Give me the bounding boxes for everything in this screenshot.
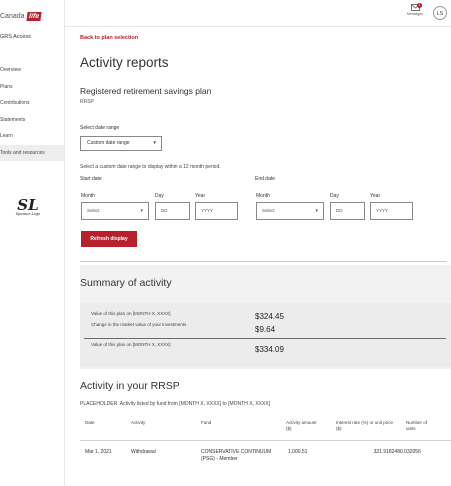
page-title: Activity reports xyxy=(80,55,169,70)
sidebar-item-overview[interactable]: Overview xyxy=(0,62,64,79)
back-link[interactable]: Back to plan selection xyxy=(80,35,138,41)
date-range-hint: Select a custom date range to display wi… xyxy=(80,164,221,170)
logo-mark: life xyxy=(25,11,42,21)
end-day-label: Day xyxy=(330,193,339,199)
end-day-input[interactable]: DD xyxy=(330,202,365,220)
canada-life-logo[interactable]: Canada life xyxy=(0,9,42,23)
summary-row-value: $334.09 xyxy=(255,345,284,354)
plan-name: Registered retirement savings plan xyxy=(80,86,212,96)
start-date-label: Start date xyxy=(80,176,102,182)
summary-box: Value of this plan on [MONTH X, XXXX] $3… xyxy=(80,303,451,367)
summary-row-label: Change in the market value of your inves… xyxy=(91,322,187,327)
start-year-input[interactable]: YYYY xyxy=(195,202,238,220)
plan-type: RRSP xyxy=(80,99,94,105)
table-cell-amount: 1,000.51 xyxy=(288,449,308,455)
end-month-select[interactable]: Select ▾ xyxy=(256,202,324,220)
activity-title: Activity in your RRSP xyxy=(80,380,180,392)
section-divider xyxy=(80,261,447,262)
date-range-select[interactable]: Custom date range ▾ xyxy=(80,136,162,151)
summary-row-label: Value of this plan on [MONTH X, XXXX] xyxy=(91,311,171,316)
summary-row-value: $324.45 xyxy=(255,312,284,321)
start-month-select[interactable]: Select ▾ xyxy=(81,202,149,220)
start-month-label: Month xyxy=(81,193,95,199)
column-header-activity: Activity xyxy=(131,420,146,425)
messages-label: Messages xyxy=(407,12,423,16)
start-year-label: Year xyxy=(195,193,206,199)
summary-row-label: Value of this plan on [MONTH X, XXXX] xyxy=(91,342,171,347)
end-month-label: Month xyxy=(256,193,270,199)
user-avatar[interactable]: LS xyxy=(433,6,447,20)
sidebar-item-learn[interactable]: Learn xyxy=(0,128,64,145)
sidebar-item-contributions[interactable]: Contributions xyxy=(0,95,64,112)
column-header-units: Number of units xyxy=(406,420,428,431)
summary-title: Summary of activity xyxy=(80,277,172,289)
sidebar-item-plans[interactable]: Plans xyxy=(0,79,64,96)
activity-description: PLACEHOLDER. Activity listed by fund fro… xyxy=(80,401,271,407)
messages-button[interactable]: 1 Messages xyxy=(405,3,425,16)
summary-row-value: $9.64 xyxy=(255,325,276,334)
column-header-date: Date xyxy=(85,420,95,425)
chevron-down-icon: ▾ xyxy=(315,208,318,214)
column-header-rate: Interest rate (%) or unit price ($) xyxy=(336,420,394,431)
sponsor-logo: SL Sponsor Logo xyxy=(15,196,41,217)
sidebar-access-title: GRS Access xyxy=(0,34,31,40)
table-header-rule xyxy=(80,440,451,441)
table-cell-activity: Withdrawal xyxy=(131,449,156,455)
top-bar xyxy=(64,0,451,27)
end-year-label: Year xyxy=(370,193,381,199)
sidebar-nav: Overview Plans Contributions Statements … xyxy=(0,62,64,161)
table-cell-units: 0.032056 xyxy=(400,449,421,455)
column-header-fund: Fund xyxy=(201,420,212,425)
sidebar-item-statements[interactable]: Statements xyxy=(0,112,64,129)
summary-total-rule xyxy=(84,338,446,339)
end-date-label: End date xyxy=(255,176,276,182)
table-cell-date: Mar 1, 2021 xyxy=(85,449,112,455)
sidebar-item-tools-and-resources[interactable]: Tools and resources xyxy=(0,144,64,161)
start-day-input[interactable]: DD xyxy=(155,202,190,220)
end-year-input[interactable]: YYYY xyxy=(370,202,413,220)
summary-section: Summary of activity Value of this plan o… xyxy=(80,265,451,369)
start-day-label: Day xyxy=(155,193,164,199)
messages-count-badge: 1 xyxy=(417,3,422,8)
table-cell-fund: CONSERVATIVE CONTINUUM (PSG) - Member xyxy=(201,449,272,462)
table-cell-rate: 321.918248 xyxy=(373,449,400,455)
refresh-display-button[interactable]: Refresh display xyxy=(81,231,137,247)
chevron-down-icon: ▾ xyxy=(153,140,156,146)
chevron-down-icon: ▾ xyxy=(140,208,143,214)
date-range-label: Select date range xyxy=(80,125,120,131)
sidebar: Canada life GRS Access Overview Plans Co… xyxy=(0,0,65,486)
column-header-amount: Activity amount ($) xyxy=(286,420,317,431)
